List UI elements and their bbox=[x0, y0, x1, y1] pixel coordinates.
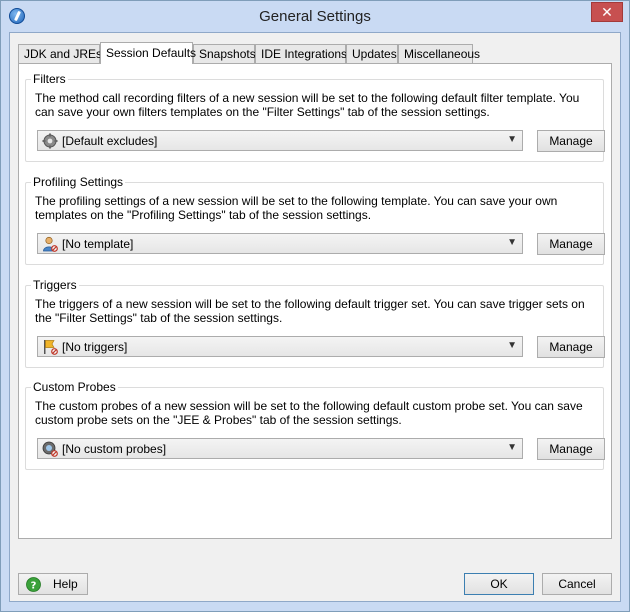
title-bar[interactable]: General Settings ✕ bbox=[1, 1, 629, 32]
triggers-manage-button[interactable]: Manage bbox=[537, 336, 605, 358]
tab-updates[interactable]: Updates bbox=[346, 44, 398, 63]
probes-manage-button[interactable]: Manage bbox=[537, 438, 605, 460]
probes-combo[interactable]: [No custom probes] ▼ bbox=[37, 438, 523, 459]
probes-title: Custom Probes bbox=[31, 380, 118, 394]
triggers-combo-value: [No triggers] bbox=[62, 340, 128, 354]
probe-icon bbox=[42, 441, 58, 457]
profiling-description: The profiling settings of a new session … bbox=[35, 194, 558, 222]
svg-text:?: ? bbox=[31, 581, 37, 592]
filters-combo-value: [Default excludes] bbox=[62, 134, 158, 148]
filters-description: The method call recording filters of a n… bbox=[35, 91, 580, 119]
profiling-title: Profiling Settings bbox=[31, 175, 126, 189]
user-settings-icon bbox=[43, 236, 58, 252]
trigger-flag-icon bbox=[44, 340, 58, 355]
session-defaults-panel: Filters The method call recording filter… bbox=[18, 63, 612, 539]
close-button[interactable]: ✕ bbox=[591, 2, 623, 22]
gear-icon bbox=[42, 133, 58, 149]
filters-combo[interactable]: [Default excludes] ▼ bbox=[37, 130, 523, 151]
filters-group: Filters The method call recording filter… bbox=[25, 72, 605, 162]
triggers-group: Triggers The triggers of a new session w… bbox=[25, 278, 605, 368]
probes-description: The custom probes of a new session will … bbox=[35, 399, 583, 427]
tab-miscellaneous[interactable]: Miscellaneous bbox=[398, 44, 480, 63]
cancel-button[interactable]: Cancel bbox=[542, 573, 612, 595]
chevron-down-icon: ▼ bbox=[507, 237, 517, 248]
triggers-title: Triggers bbox=[31, 278, 79, 292]
chevron-down-icon: ▼ bbox=[507, 442, 517, 453]
filters-title: Filters bbox=[31, 72, 68, 86]
tab-jdk-and-jres[interactable]: JDK and JREs bbox=[18, 44, 102, 63]
profiling-manage-button[interactable]: Manage bbox=[537, 233, 605, 255]
triggers-combo[interactable]: [No triggers] ▼ bbox=[37, 336, 523, 357]
filters-manage-button[interactable]: Manage bbox=[537, 130, 605, 152]
ok-button[interactable]: OK bbox=[464, 573, 534, 595]
tab-session-defaults[interactable]: Session Defaults bbox=[100, 42, 196, 64]
help-icon: ? bbox=[26, 577, 41, 592]
triggers-description: The triggers of a new session will be se… bbox=[35, 297, 585, 325]
tab-snapshots[interactable]: Snapshots bbox=[193, 44, 256, 63]
chevron-down-icon: ▼ bbox=[507, 340, 517, 351]
profiling-combo-value: [No template] bbox=[62, 237, 134, 251]
chevron-down-icon: ▼ bbox=[507, 134, 517, 145]
dialog-body: JDK and JREs Session Defaults Snapshots … bbox=[9, 32, 621, 602]
window-title: General Settings bbox=[259, 8, 371, 25]
probes-combo-value: [No custom probes] bbox=[62, 442, 167, 456]
help-button[interactable]: ? Help bbox=[18, 573, 88, 595]
profiling-group: Profiling Settings The profiling setting… bbox=[25, 175, 605, 265]
profiling-combo[interactable]: [No template] ▼ bbox=[37, 233, 523, 254]
probes-group: Custom Probes The custom probes of a new… bbox=[25, 380, 605, 470]
tab-ide-integrations[interactable]: IDE Integrations bbox=[255, 44, 347, 63]
help-label: Help bbox=[53, 577, 78, 591]
settings-window: General Settings ✕ JDK and JREs Session … bbox=[0, 0, 630, 612]
